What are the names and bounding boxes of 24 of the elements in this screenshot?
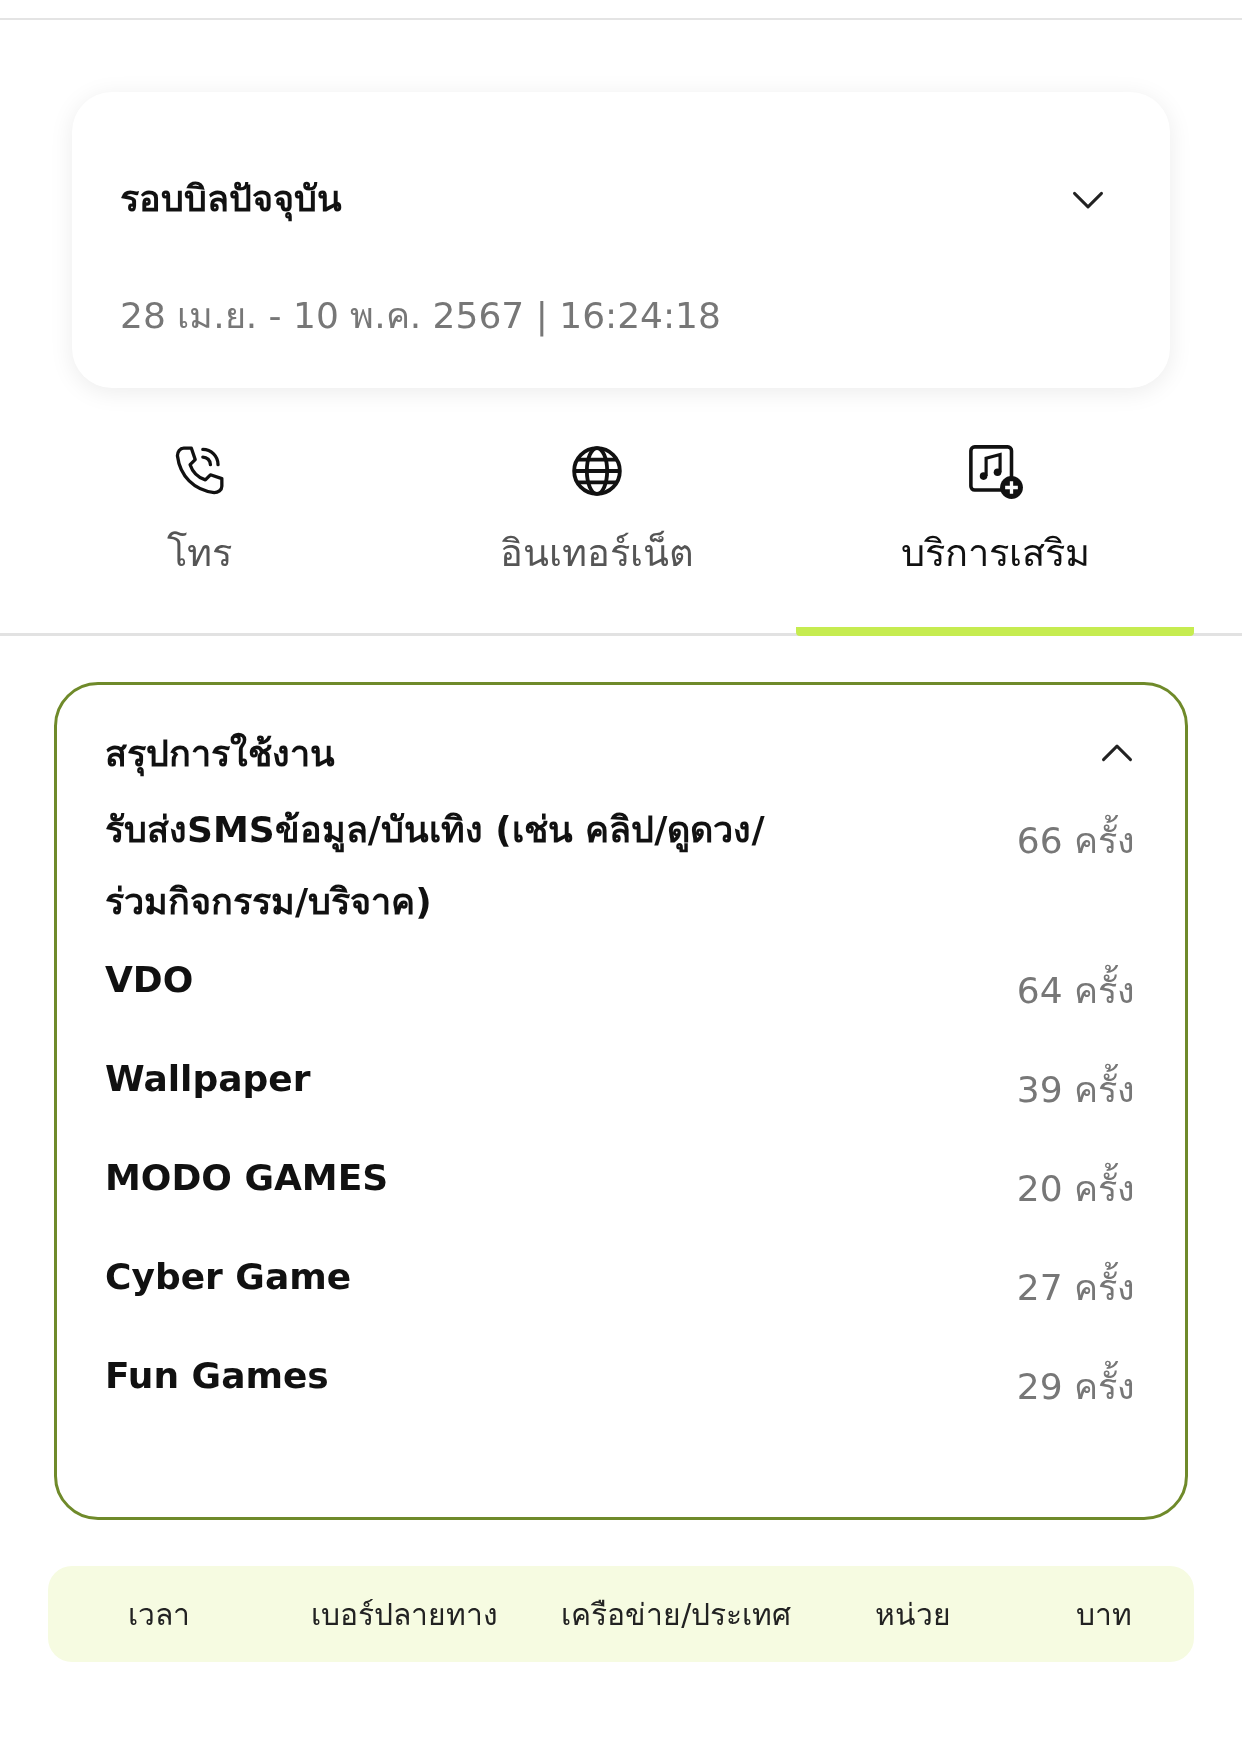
service-name: VDO [105, 958, 194, 1002]
service-name: MODO GAMES [105, 1156, 389, 1200]
tab[interactable]: โทร [0, 438, 398, 636]
usage-count: 29 ครั้ง [1016, 1358, 1135, 1415]
column-header: หน่วย [874, 1595, 951, 1634]
column-header: เวลา [127, 1595, 190, 1634]
column-header: เบอร์ปลายทาง [311, 1595, 499, 1634]
service-name: Fun Games [105, 1354, 329, 1398]
usage-count: 66 ครั้ง [1016, 812, 1135, 869]
column-header: บาท [1075, 1595, 1132, 1634]
bill-cycle-title: รอบบิลปัจจุบัน [120, 170, 342, 227]
usage-count: 20 ครั้ง [1016, 1160, 1135, 1217]
bill-cycle-card[interactable]: รอบบิลปัจจุบัน 28 เม.ย. - 10 พ.ค. 2567 | 16:24:18 [72, 92, 1170, 388]
summary-title: สรุปการใช้งาน [105, 725, 335, 782]
service-name: Cyber Game [105, 1255, 352, 1299]
usage-count: 27 ครั้ง [1016, 1259, 1135, 1316]
usage-count: 39 ครั้ง [1016, 1061, 1135, 1118]
tab[interactable]: อินเทอร์เน็ต [398, 438, 796, 636]
service-name: รับส่งSMSข้อมูล/บันเทิง (เช่น คลิป/ดูดวง/ร่วมกิจกรรม/บริจาค) [105, 808, 766, 924]
tab[interactable]: บริการเสริม [796, 438, 1194, 636]
billing-period: 28 เม.ย. - 10 พ.ค. 2567 | 16:24:18 [120, 294, 722, 339]
usage-count: 64 ครั้ง [1016, 962, 1135, 1019]
column-header: เครือข่าย/ประเทศ [561, 1595, 792, 1634]
service-name: Wallpaper [105, 1057, 311, 1101]
